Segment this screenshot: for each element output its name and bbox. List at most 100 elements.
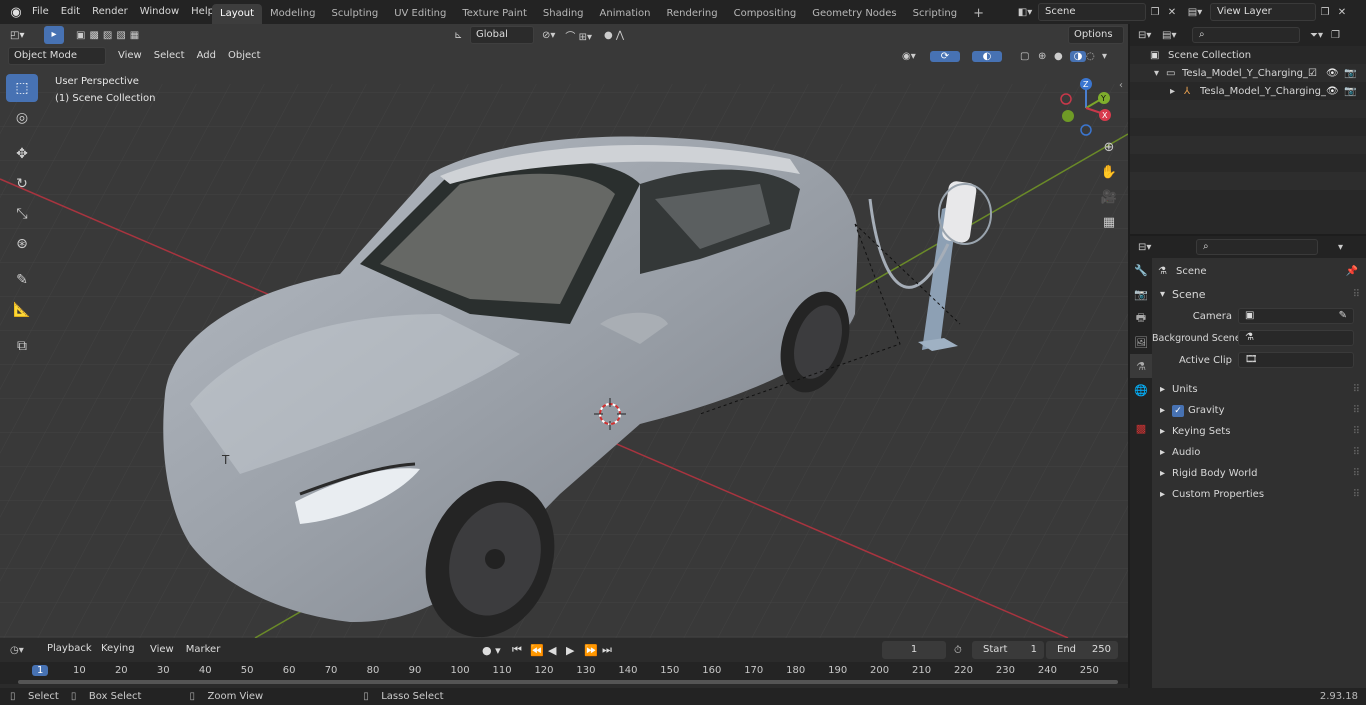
overlay-toggle-icon[interactable]: ◐ [972,50,1002,62]
render-tab-icon[interactable]: 📷 [1130,282,1152,306]
new-scene-icon[interactable]: ❐ [1146,7,1164,18]
background-scene-field[interactable]: ⚗ [1238,330,1354,346]
selection-mode-icons[interactable]: ▣▩▨▧▦ [76,30,143,41]
proportional-edit-icon[interactable]: ● ⋀ [604,30,624,41]
scale-tool-icon[interactable]: ⤡ [6,200,38,228]
jump-start-icon[interactable]: ⏮ [512,643,530,657]
outliner-editor-icon[interactable]: ⊟▾ [1138,30,1162,41]
gravity-panel[interactable]: ▸ ✓ Gravity ⠿ [1152,400,1366,421]
properties-editor-icon[interactable]: ⊟▾ [1138,242,1196,253]
scene-tab-icon[interactable]: ⚗ [1130,354,1152,378]
scene-name-field[interactable]: Scene [1038,3,1146,21]
render-camera-icon[interactable]: 📷 [1344,68,1360,79]
units-panel[interactable]: ▸ Units ⠿ [1152,379,1366,400]
sidebar-toggle-icon[interactable]: ‹ [1119,80,1123,91]
record-icon[interactable]: ● ▾ [482,644,512,657]
drag-handle-icon[interactable]: ⠿ [1353,284,1360,305]
measure-tool-icon[interactable]: 📐 [6,296,38,324]
pan-hand-icon[interactable]: ✋ [1098,165,1120,190]
drag-handle-icon[interactable]: ⠿ [1353,442,1360,463]
add-cube-tool-icon[interactable]: ⧉ [6,332,38,360]
texture-tab-icon[interactable]: ▩ [1130,416,1152,440]
timeline-view-menu[interactable]: View [144,641,180,659]
properties-search-input[interactable]: ⌕ [1196,239,1318,255]
tab-rendering[interactable]: Rendering [659,4,726,24]
select-box-tool-icon[interactable]: ⬚ [6,74,38,102]
add-workspace-icon[interactable]: + [965,4,992,24]
audio-panel[interactable]: ▸ Audio ⠿ [1152,442,1366,463]
scene-section-header[interactable]: ▾ Scene ⠿ [1152,284,1366,305]
expand-arrow-icon[interactable]: ▸ [1170,86,1184,97]
render-camera-icon[interactable]: 📷 [1344,86,1360,97]
tab-scripting[interactable]: Scripting [905,4,965,24]
menu-object[interactable]: Object [222,47,267,65]
remove-scene-icon[interactable]: ✕ [1164,7,1180,18]
output-tab-icon[interactable]: 🖶 [1130,306,1152,330]
custom-properties-panel[interactable]: ▸ Custom Properties ⠿ [1152,484,1366,505]
menu-window[interactable]: Window [134,2,185,22]
pivot-point-icon[interactable]: ⊘▾ [542,30,555,41]
tab-shading[interactable]: Shading [535,4,592,24]
play-icon[interactable]: ▶ [566,644,584,657]
active-clip-field[interactable]: 🎞 [1238,352,1354,368]
rotate-tool-icon[interactable]: ↻ [6,170,38,198]
drag-handle-icon[interactable]: ⠿ [1353,400,1360,421]
play-reverse-icon[interactable]: ◀ [548,644,566,657]
tab-texture-paint[interactable]: Texture Paint [454,4,535,24]
camera-view-icon[interactable]: 🎥 [1098,190,1120,215]
playback-dropdown[interactable]: Playback [42,641,96,659]
filter-icon[interactable]: ⏷▾ [1310,30,1323,41]
visibility-eye-icon[interactable]: 👁 [1326,86,1344,97]
end-frame-field[interactable]: End 250 [1046,641,1118,659]
menu-view[interactable]: View [112,47,148,65]
drag-handle-icon[interactable]: ⠿ [1353,463,1360,484]
expand-arrow-icon[interactable]: ▾ [1154,68,1166,79]
view-layer-icon[interactable]: ▤▾ [1180,7,1210,18]
shading-material-icon[interactable]: ◑ [1070,50,1086,62]
jump-end-icon[interactable]: ⏭ [602,643,620,657]
tab-layout[interactable]: Layout [212,3,262,24]
rigid-body-world-panel[interactable]: ▸ Rigid Body World ⠿ [1152,463,1366,484]
next-keyframe-icon[interactable]: ⏩ [584,644,602,657]
ortho-grid-icon[interactable]: ▦ [1098,215,1120,240]
menu-edit[interactable]: Edit [55,2,86,22]
transform-orientation-dropdown[interactable]: Global [470,26,534,44]
new-view-layer-icon[interactable]: ❐ [1316,7,1334,18]
shading-solid-icon[interactable]: ● [1054,51,1070,62]
drag-handle-icon[interactable]: ⠿ [1353,421,1360,442]
timeline-editor-icon[interactable]: ◷▾ [10,645,38,656]
snap-icon[interactable]: ⌒ ⊞▾ [565,28,592,43]
select-tool-icon[interactable]: ▸ [44,26,64,44]
keying-dropdown[interactable]: Keying [96,641,144,659]
include-checkbox-icon[interactable]: ☑ [1308,68,1326,79]
options-dropdown[interactable]: Options [1068,26,1124,44]
zoom-icon[interactable]: ⊕ [1098,140,1120,165]
visibility-icon[interactable]: ◉▾ [902,51,930,62]
new-collection-icon[interactable]: ❐ [1331,30,1340,41]
outliner-item-object[interactable]: ▸ ⅄ Tesla_Model_Y_Charging_ 👁 📷 [1130,82,1366,100]
object-mode-dropdown[interactable]: Object Mode [8,47,106,65]
drag-handle-icon[interactable]: ⠿ [1353,379,1360,400]
blender-logo-icon[interactable]: ◉ [6,5,26,20]
view-layer-field[interactable]: View Layer [1210,3,1316,21]
move-tool-icon[interactable]: ✥ [6,140,38,168]
timeline-marker-menu[interactable]: Marker [180,641,227,659]
display-mode-icon[interactable]: ▤▾ [1162,30,1192,41]
annotate-tool-icon[interactable]: ✎ [6,266,38,294]
tab-compositing[interactable]: Compositing [726,4,805,24]
tab-sculpting[interactable]: Sculpting [324,4,387,24]
gizmo-toggle-icon[interactable]: ⟳ [930,50,960,62]
pin-icon[interactable]: 📌 [1346,261,1358,282]
shading-options-icon[interactable]: ▾ [1102,51,1116,62]
editor-type-icon[interactable]: ◰▾ [10,30,34,41]
timeline-ruler[interactable]: 1 10 20 30 40 50 60 70 80 90 100 110 120 130 140 150 160… [0,662,1128,684]
stopwatch-icon[interactable]: ⏱ [954,645,972,656]
tab-uv-editing[interactable]: UV Editing [386,4,454,24]
outliner-item-collection[interactable]: ▾ ▭ Tesla_Model_Y_Charging_with ☑ 👁 📷 [1130,64,1366,82]
tab-geometry-nodes[interactable]: Geometry Nodes [804,4,904,24]
tab-animation[interactable]: Animation [592,4,659,24]
camera-field[interactable]: ▣ ✎ [1238,308,1354,324]
remove-view-layer-icon[interactable]: ✕ [1334,7,1350,18]
viewport-scene[interactable]: T Z Y X [0,24,1128,638]
prev-keyframe-icon[interactable]: ⏪ [530,644,548,657]
